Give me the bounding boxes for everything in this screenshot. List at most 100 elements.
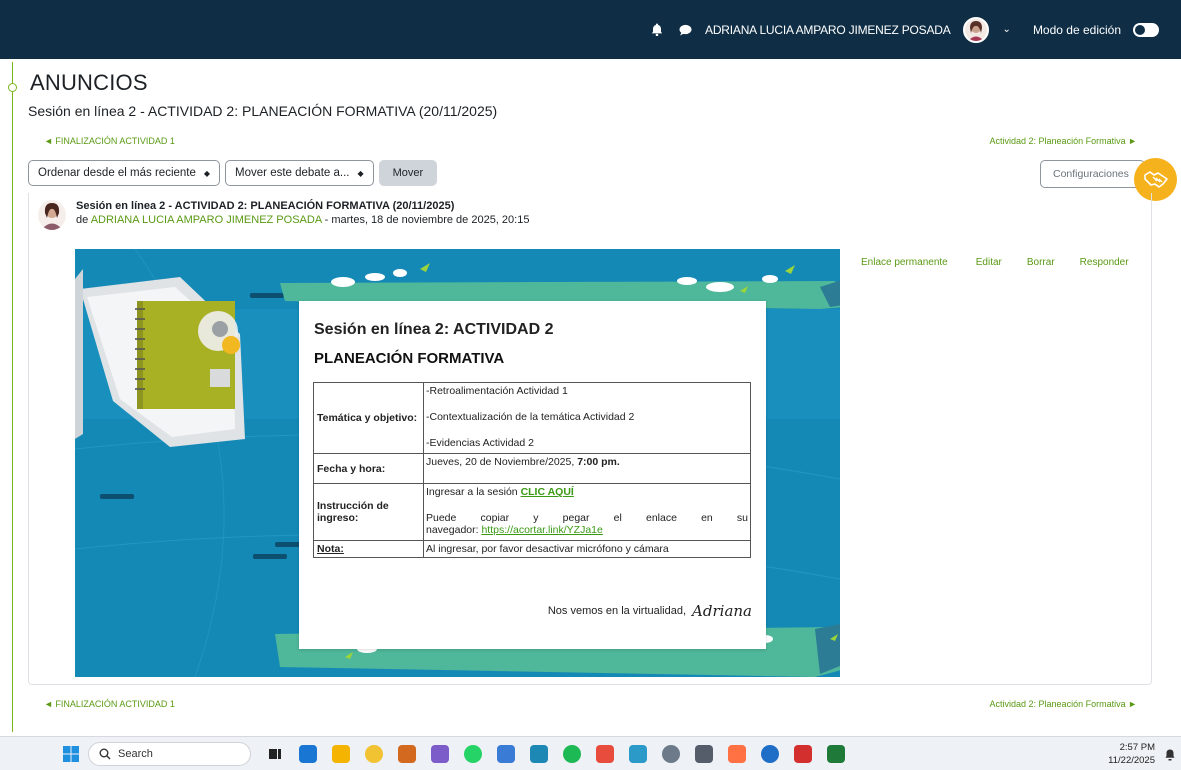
chrome-icon[interactable]: [332, 745, 350, 763]
search-icon: [99, 748, 111, 760]
author-avatar[interactable]: [38, 200, 66, 230]
topic-cell: -Retroalimentación Actividad 1 -Contextu…: [423, 382, 751, 454]
date-text: Jueves, 20 de Noviembre/2025,: [426, 456, 578, 468]
outlook-icon[interactable]: [761, 745, 779, 763]
note-text: Al ingresar, por favor desactivar micróf…: [423, 540, 751, 558]
signature: Adriana: [692, 602, 752, 620]
settings-dropdown[interactable]: Configuraciones: [1040, 160, 1145, 188]
next-discussion-link-bottom[interactable]: Actividad 2: Planeación Formativa ►: [990, 699, 1137, 709]
word: copiar: [480, 512, 510, 524]
taskbar-search[interactable]: Search: [88, 742, 251, 766]
session-info-table: Temática y objetivo: -Retroalimentación …: [313, 382, 751, 558]
signoff: Nos vemos en la virtualidad, Adriana: [548, 602, 752, 620]
move-select-label: Mover este debate a...: [235, 167, 350, 179]
table-row: Nota: Al ingresar, por favor desactivar …: [313, 540, 751, 558]
select-caret-icon: ◆: [357, 168, 364, 178]
edit-mode-toggle[interactable]: [1133, 22, 1159, 37]
instruction-label: Instrucción de ingreso:: [313, 483, 424, 541]
date-label: Fecha y hora:: [313, 453, 424, 484]
word: enlace: [645, 512, 677, 524]
instruction-cell: Ingresar a la sesión CLIC AQUÍ Puede cop…: [423, 483, 751, 541]
whatsapp-icon[interactable]: [464, 745, 482, 763]
settings-icon[interactable]: [662, 745, 680, 763]
calculator-icon[interactable]: [695, 745, 713, 763]
delete-link[interactable]: Borrar: [1027, 257, 1055, 268]
instruction-text: Ingresar a la sesión: [426, 486, 521, 498]
move-discussion-select[interactable]: Mover este debate a... ◆: [225, 160, 374, 186]
word: pegar: [562, 512, 590, 524]
chat-bubble-icon[interactable]: [677, 22, 693, 38]
edge-icon[interactable]: [530, 745, 548, 763]
clock-time: 2:57 PM: [1119, 742, 1155, 753]
prev-discussion-link-bottom[interactable]: ◄ FINALIZACIÓN ACTIVIDAD 1: [44, 699, 175, 709]
edge-dev-icon[interactable]: [629, 745, 647, 763]
note-label-cell: Nota:: [313, 540, 424, 558]
user-avatar[interactable]: [962, 16, 989, 43]
windows-start-icon[interactable]: [63, 746, 79, 762]
chevron-down-icon[interactable]: ⌄: [1003, 24, 1011, 35]
table-row: Temática y objetivo: -Retroalimentación …: [313, 382, 751, 454]
app-blue-icon[interactable]: [299, 745, 317, 763]
word: el: [613, 512, 622, 524]
taskbar-apps: [266, 745, 845, 763]
post-author-link[interactable]: ADRIANA LUCIA AMPARO JIMENEZ POSADA: [91, 214, 322, 226]
copilot-icon[interactable]: [431, 745, 449, 763]
banner-heading: Sesión en línea 2: ACTIVIDAD 2: [314, 321, 554, 338]
page-title: ANUNCIOS: [30, 70, 148, 95]
next-discussion-link[interactable]: Actividad 2: Planeación Formativa ►: [990, 136, 1137, 146]
app-orange-icon[interactable]: [398, 745, 416, 763]
session-url-link[interactable]: https://acortar.link/YZJa1e: [481, 524, 602, 536]
post-meta: de ADRIANA LUCIA AMPARO JIMENEZ POSADA -…: [76, 214, 529, 226]
word: Puede: [426, 512, 457, 524]
word: su: [736, 512, 748, 524]
system-clock[interactable]: 2:57 PM 11/22/2025: [1108, 741, 1155, 767]
topic-item: -Retroalimentación Actividad 1: [426, 385, 568, 397]
instruction-copy-text: Puede copiar y pegar el enlace en su: [426, 512, 748, 524]
windows-taskbar: Search 2:57 PM 11/22/2025: [0, 736, 1181, 770]
announcement-banner: Sesión en línea 2: ACTIVIDAD 2 PLANEACIÓ…: [75, 249, 840, 677]
topic-item: -Evidencias Actividad 2: [426, 437, 534, 449]
post-by: de: [76, 214, 91, 226]
notification-icon[interactable]: [1165, 748, 1175, 761]
select-caret-icon: ◆: [203, 168, 211, 178]
app-grid-icon[interactable]: [497, 745, 515, 763]
search-placeholder: Search: [118, 748, 153, 760]
announcement-paper: Sesión en línea 2: ACTIVIDAD 2 PLANEACIÓ…: [299, 301, 766, 649]
clock-date: 11/22/2025: [1108, 755, 1155, 766]
settings-label: Configuraciones: [1053, 168, 1129, 180]
note-label: Nota:: [317, 543, 344, 555]
edit-mode-label: Modo de edición: [1032, 22, 1121, 37]
timeline-dot: [8, 83, 17, 92]
post-subject: Sesión en línea 2 - ACTIVIDAD 2: PLANEAC…: [76, 200, 455, 212]
banner-subheading: PLANEACIÓN FORMATIVA: [314, 350, 505, 367]
discussion-controls: Ordenar desde el más reciente ◆ Mover es…: [28, 160, 438, 186]
task-view-icon[interactable]: [266, 745, 284, 763]
table-row: Fecha y hora: Jueves, 20 de Noviembre/20…: [313, 453, 751, 484]
chrome-profile-icon[interactable]: [596, 745, 614, 763]
bell-icon[interactable]: [649, 22, 665, 38]
excel-icon[interactable]: [827, 745, 845, 763]
discussion-title: Sesión en línea 2 - ACTIVIDAD 2: PLANEAC…: [28, 103, 498, 119]
file-explorer-icon[interactable]: [365, 745, 383, 763]
click-here-link[interactable]: CLIC AQUÍ: [521, 486, 574, 498]
user-name[interactable]: ADRIANA LUCIA AMPARO JIMENEZ POSADA: [705, 23, 951, 37]
timeline-line: [12, 62, 13, 732]
word: y: [533, 512, 539, 524]
navigator-text: navegador:: [426, 524, 482, 536]
reply-link[interactable]: Responder: [1080, 257, 1129, 268]
sort-select-label: Ordenar desde el más reciente: [38, 167, 196, 179]
acrobat-icon[interactable]: [794, 745, 812, 763]
topic-label: Temática y objetivo:: [313, 382, 424, 454]
spotify-icon[interactable]: [563, 745, 581, 763]
top-navbar: ADRIANA LUCIA AMPARO JIMENEZ POSADA ⌄ Mo…: [0, 0, 1181, 59]
move-button[interactable]: Mover: [378, 160, 438, 186]
topic-item: -Contextualización de la temática Activi…: [426, 411, 635, 423]
app-colorful-icon[interactable]: [728, 745, 746, 763]
permalink-link[interactable]: Enlace permanente: [861, 257, 948, 268]
sort-select[interactable]: Ordenar desde el más reciente ◆: [28, 160, 221, 186]
signoff-text: Nos vemos en la virtualidad,: [547, 605, 687, 617]
prev-discussion-link[interactable]: ◄ FINALIZACIÓN ACTIVIDAD 1: [44, 136, 175, 146]
word: en: [701, 512, 713, 524]
edit-link[interactable]: Editar: [976, 257, 1002, 268]
post-actions: Enlace permanente Editar Borrar Responde…: [861, 257, 1129, 268]
